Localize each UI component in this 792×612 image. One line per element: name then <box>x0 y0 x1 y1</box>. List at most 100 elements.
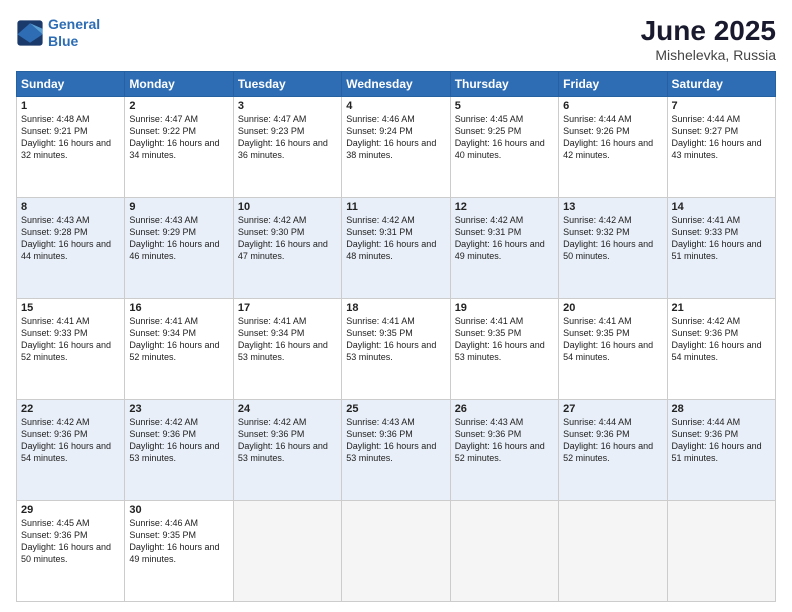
calendar-day-28: 28 Sunrise: 4:44 AMSunset: 9:36 PMDayligh… <box>667 399 775 500</box>
empty-cell <box>342 500 450 601</box>
day-number: 24 <box>238 403 337 415</box>
location: Mishelevka, Russia <box>641 47 776 63</box>
day-number: 19 <box>455 302 554 314</box>
page: General Blue June 2025 Mishelevka, Russi… <box>0 0 792 612</box>
calendar-week-1: 1Sunrise: 4:48 AMSunset: 9:21 PMDaylight… <box>17 96 776 197</box>
day-info: Sunrise: 4:41 AMSunset: 9:35 PMDaylight:… <box>346 316 436 362</box>
logo-icon <box>16 19 44 47</box>
day-number: 6 <box>563 100 662 112</box>
day-info: Sunrise: 4:41 AMSunset: 9:34 PMDaylight:… <box>129 316 219 362</box>
calendar-day-7: 7 Sunrise: 4:44 AMSunset: 9:27 PMDaylight… <box>667 96 775 197</box>
logo: General Blue <box>16 16 100 50</box>
calendar-day-23: 23Sunrise: 4:42 AMSunset: 9:36 PMDayligh… <box>125 399 233 500</box>
day-info: Sunrise: 4:42 AMSunset: 9:36 PMDaylight:… <box>21 417 111 463</box>
day-info: Sunrise: 4:46 AMSunset: 9:24 PMDaylight:… <box>346 114 436 160</box>
calendar-day-15: 15Sunrise: 4:41 AMSunset: 9:33 PMDayligh… <box>17 298 125 399</box>
calendar-day-9: 9 Sunrise: 4:43 AMSunset: 9:29 PMDaylight… <box>125 197 233 298</box>
day-info: Sunrise: 4:42 AMSunset: 9:31 PMDaylight:… <box>455 215 545 261</box>
empty-cell <box>450 500 558 601</box>
day-info: Sunrise: 4:43 AMSunset: 9:29 PMDaylight:… <box>129 215 219 261</box>
calendar-day-8: 8Sunrise: 4:43 AMSunset: 9:28 PMDaylight… <box>17 197 125 298</box>
day-info: Sunrise: 4:45 AMSunset: 9:25 PMDaylight:… <box>455 114 545 160</box>
calendar-day-22: 22Sunrise: 4:42 AMSunset: 9:36 PMDayligh… <box>17 399 125 500</box>
day-number: 9 <box>129 201 228 213</box>
day-info: Sunrise: 4:41 AMSunset: 9:33 PMDaylight:… <box>21 316 111 362</box>
day-number: 10 <box>238 201 337 213</box>
logo-text: General Blue <box>48 16 100 50</box>
day-info: Sunrise: 4:42 AMSunset: 9:36 PMDaylight:… <box>672 316 762 362</box>
calendar-day-11: 11 Sunrise: 4:42 AMSunset: 9:31 PMDayligh… <box>342 197 450 298</box>
empty-cell <box>233 500 341 601</box>
day-info: Sunrise: 4:43 AMSunset: 9:28 PMDaylight:… <box>21 215 111 261</box>
calendar-day-13: 13 Sunrise: 4:42 AMSunset: 9:32 PMDayligh… <box>559 197 667 298</box>
empty-cell <box>667 500 775 601</box>
day-info: Sunrise: 4:41 AMSunset: 9:33 PMDaylight:… <box>672 215 762 261</box>
col-friday: Friday <box>559 71 667 96</box>
col-saturday: Saturday <box>667 71 775 96</box>
day-info: Sunrise: 4:45 AMSunset: 9:36 PMDaylight:… <box>21 518 111 564</box>
day-info: Sunrise: 4:42 AMSunset: 9:36 PMDaylight:… <box>238 417 328 463</box>
day-info: Sunrise: 4:44 AMSunset: 9:26 PMDaylight:… <box>563 114 653 160</box>
calendar-week-2: 8Sunrise: 4:43 AMSunset: 9:28 PMDaylight… <box>17 197 776 298</box>
calendar-day-5: 5 Sunrise: 4:45 AMSunset: 9:25 PMDaylight… <box>450 96 558 197</box>
calendar-day-4: 4 Sunrise: 4:46 AMSunset: 9:24 PMDaylight… <box>342 96 450 197</box>
day-number: 4 <box>346 100 445 112</box>
calendar-day-1: 1Sunrise: 4:48 AMSunset: 9:21 PMDaylight… <box>17 96 125 197</box>
day-number: 27 <box>563 403 662 415</box>
day-number: 16 <box>129 302 228 314</box>
day-number: 23 <box>129 403 228 415</box>
logo-line2: Blue <box>48 33 78 49</box>
calendar-day-27: 27 Sunrise: 4:44 AMSunset: 9:36 PMDayligh… <box>559 399 667 500</box>
day-number: 11 <box>346 201 445 213</box>
day-info: Sunrise: 4:46 AMSunset: 9:35 PMDaylight:… <box>129 518 219 564</box>
calendar-week-4: 22Sunrise: 4:42 AMSunset: 9:36 PMDayligh… <box>17 399 776 500</box>
calendar-day-17: 17Sunrise: 4:41 AMSunset: 9:34 PMDayligh… <box>233 298 341 399</box>
day-info: Sunrise: 4:44 AMSunset: 9:36 PMDaylight:… <box>563 417 653 463</box>
calendar-day-12: 12Sunrise: 4:42 AMSunset: 9:31 PMDayligh… <box>450 197 558 298</box>
day-info: Sunrise: 4:41 AMSunset: 9:35 PMDaylight:… <box>455 316 545 362</box>
day-number: 25 <box>346 403 445 415</box>
calendar-day-14: 14 Sunrise: 4:41 AMSunset: 9:33 PMDayligh… <box>667 197 775 298</box>
day-info: Sunrise: 4:47 AMSunset: 9:22 PMDaylight:… <box>129 114 219 160</box>
calendar-day-2: 2 Sunrise: 4:47 AMSunset: 9:22 PMDaylight… <box>125 96 233 197</box>
day-info: Sunrise: 4:47 AMSunset: 9:23 PMDaylight:… <box>238 114 328 160</box>
calendar-day-26: 26 Sunrise: 4:43 AMSunset: 9:36 PMDayligh… <box>450 399 558 500</box>
day-number: 18 <box>346 302 445 314</box>
col-thursday: Thursday <box>450 71 558 96</box>
day-number: 7 <box>672 100 771 112</box>
month-year: June 2025 <box>641 16 776 47</box>
calendar-day-19: 19 Sunrise: 4:41 AMSunset: 9:35 PMDayligh… <box>450 298 558 399</box>
day-info: Sunrise: 4:42 AMSunset: 9:30 PMDaylight:… <box>238 215 328 261</box>
calendar-day-6: 6 Sunrise: 4:44 AMSunset: 9:26 PMDaylight… <box>559 96 667 197</box>
day-number: 14 <box>672 201 771 213</box>
day-number: 17 <box>238 302 337 314</box>
calendar-day-16: 16 Sunrise: 4:41 AMSunset: 9:34 PMDayligh… <box>125 298 233 399</box>
calendar-week-3: 15Sunrise: 4:41 AMSunset: 9:33 PMDayligh… <box>17 298 776 399</box>
empty-cell <box>559 500 667 601</box>
day-number: 29 <box>21 504 120 516</box>
day-info: Sunrise: 4:44 AMSunset: 9:36 PMDaylight:… <box>672 417 762 463</box>
calendar-day-3: 3 Sunrise: 4:47 AMSunset: 9:23 PMDaylight… <box>233 96 341 197</box>
header: General Blue June 2025 Mishelevka, Russi… <box>16 16 776 63</box>
calendar-table: Sunday Monday Tuesday Wednesday Thursday… <box>16 71 776 602</box>
day-number: 2 <box>129 100 228 112</box>
col-monday: Monday <box>125 71 233 96</box>
day-number: 28 <box>672 403 771 415</box>
calendar-day-29: 29 Sunrise: 4:45 AMSunset: 9:36 PMDayligh… <box>17 500 125 601</box>
calendar-day-25: 25Sunrise: 4:43 AMSunset: 9:36 PMDayligh… <box>342 399 450 500</box>
day-info: Sunrise: 4:42 AMSunset: 9:31 PMDaylight:… <box>346 215 436 261</box>
day-number: 30 <box>129 504 228 516</box>
day-number: 26 <box>455 403 554 415</box>
day-info: Sunrise: 4:43 AMSunset: 9:36 PMDaylight:… <box>455 417 545 463</box>
day-number: 5 <box>455 100 554 112</box>
calendar-day-21: 21Sunrise: 4:42 AMSunset: 9:36 PMDayligh… <box>667 298 775 399</box>
day-info: Sunrise: 4:44 AMSunset: 9:27 PMDaylight:… <box>672 114 762 160</box>
calendar-day-30: 30 Sunrise: 4:46 AMSunset: 9:35 PMDayligh… <box>125 500 233 601</box>
day-number: 3 <box>238 100 337 112</box>
calendar-day-24: 24 Sunrise: 4:42 AMSunset: 9:36 PMDayligh… <box>233 399 341 500</box>
day-info: Sunrise: 4:48 AMSunset: 9:21 PMDaylight:… <box>21 114 111 160</box>
day-number: 13 <box>563 201 662 213</box>
day-info: Sunrise: 4:42 AMSunset: 9:32 PMDaylight:… <box>563 215 653 261</box>
calendar-day-10: 10 Sunrise: 4:42 AMSunset: 9:30 PMDayligh… <box>233 197 341 298</box>
calendar-day-18: 18 Sunrise: 4:41 AMSunset: 9:35 PMDayligh… <box>342 298 450 399</box>
